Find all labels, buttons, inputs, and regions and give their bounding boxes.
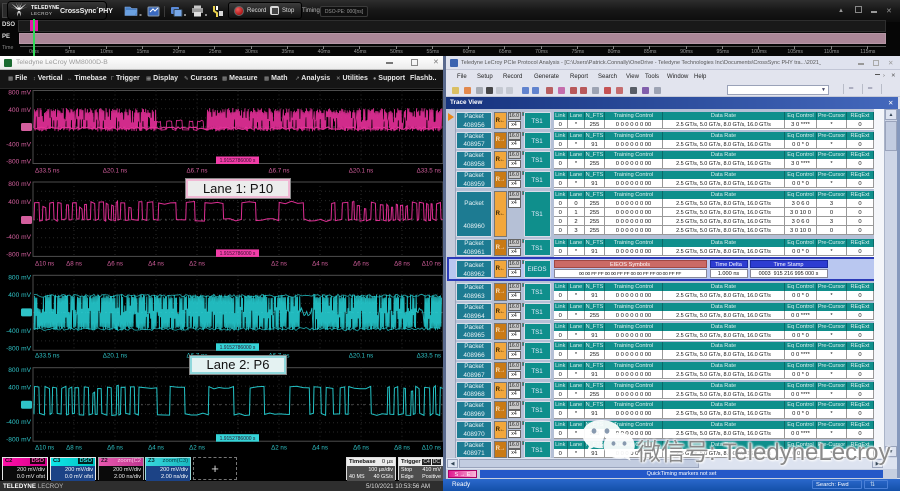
svg-text:-800 mV: -800 mV	[6, 252, 32, 259]
svg-text:Δ10 ns: Δ10 ns	[422, 261, 441, 268]
svg-text:Δ2 ns: Δ2 ns	[271, 261, 287, 268]
svg-text:Δ2 ns: Δ2 ns	[271, 445, 287, 452]
svg-text:Δ4 ns: Δ4 ns	[148, 261, 164, 268]
svg-text:Δ33.5 ns: Δ33.5 ns	[417, 168, 441, 175]
svg-text:Δ2 ns: Δ2 ns	[189, 261, 205, 268]
svg-text:800 mV: 800 mV	[8, 275, 31, 282]
svg-text:-400 mV: -400 mV	[6, 328, 32, 335]
svg-text:Δ4 ns: Δ4 ns	[312, 261, 328, 268]
svg-text:Δ8 ns: Δ8 ns	[66, 445, 82, 452]
svg-text:Δ6.7 ns: Δ6.7 ns	[187, 168, 208, 175]
svg-text:1.9152786000 s: 1.9152786000 s	[220, 345, 256, 351]
svg-text:Δ20.1 ns: Δ20.1 ns	[349, 353, 373, 360]
svg-text:Δ6 ns: Δ6 ns	[107, 445, 123, 452]
svg-text:Δ33.5 ns: Δ33.5 ns	[35, 168, 59, 175]
svg-text:Δ4 ns: Δ4 ns	[312, 445, 328, 452]
svg-text:400 mV: 400 mV	[8, 107, 31, 114]
svg-text:Δ10 ns: Δ10 ns	[35, 261, 54, 268]
svg-text:-800 mV: -800 mV	[6, 436, 32, 443]
svg-text:Δ2 ns: Δ2 ns	[189, 445, 205, 452]
svg-text:800 mV: 800 mV	[8, 90, 31, 97]
svg-text:Δ8 ns: Δ8 ns	[394, 261, 410, 268]
svg-text:Δ20.1 ns: Δ20.1 ns	[349, 168, 373, 175]
svg-text:-400 mV: -400 mV	[6, 419, 32, 426]
svg-text:-800 mV: -800 mV	[6, 346, 32, 353]
svg-text:Δ10 ns: Δ10 ns	[35, 445, 54, 452]
svg-text:800 mV: 800 mV	[8, 367, 31, 374]
svg-text:-800 mV: -800 mV	[6, 159, 32, 166]
svg-text:Δ6 ns: Δ6 ns	[353, 261, 369, 268]
svg-text:Δ6.7 ns: Δ6.7 ns	[269, 168, 290, 175]
svg-text:Δ10 ns: Δ10 ns	[422, 445, 441, 452]
svg-text:Δ20.1 ns: Δ20.1 ns	[103, 353, 127, 360]
svg-text:-400 mV: -400 mV	[6, 234, 32, 241]
svg-text:Δ6 ns: Δ6 ns	[107, 261, 123, 268]
svg-text:1.9152786000 s: 1.9152786000 s	[220, 158, 256, 164]
svg-text:1.9152786000 s: 1.9152786000 s	[220, 436, 256, 442]
svg-text:400 mV: 400 mV	[8, 384, 31, 391]
svg-text:Δ8 ns: Δ8 ns	[394, 445, 410, 452]
svg-text:Δ8 ns: Δ8 ns	[66, 261, 82, 268]
svg-text:800 mV: 800 mV	[8, 181, 31, 188]
svg-text:Δ33.5 ns: Δ33.5 ns	[417, 353, 441, 360]
svg-text:400 mV: 400 mV	[8, 292, 31, 299]
svg-text:Δ33.5 ns: Δ33.5 ns	[35, 353, 59, 360]
svg-text:Δ6 ns: Δ6 ns	[353, 445, 369, 452]
svg-text:Δ20.1 ns: Δ20.1 ns	[103, 168, 127, 175]
svg-text:Δ4 ns: Δ4 ns	[148, 445, 164, 452]
svg-text:400 mV: 400 mV	[8, 199, 31, 206]
svg-text:1.9152786000 s: 1.9152786000 s	[220, 251, 256, 257]
svg-text:-400 mV: -400 mV	[6, 141, 32, 148]
